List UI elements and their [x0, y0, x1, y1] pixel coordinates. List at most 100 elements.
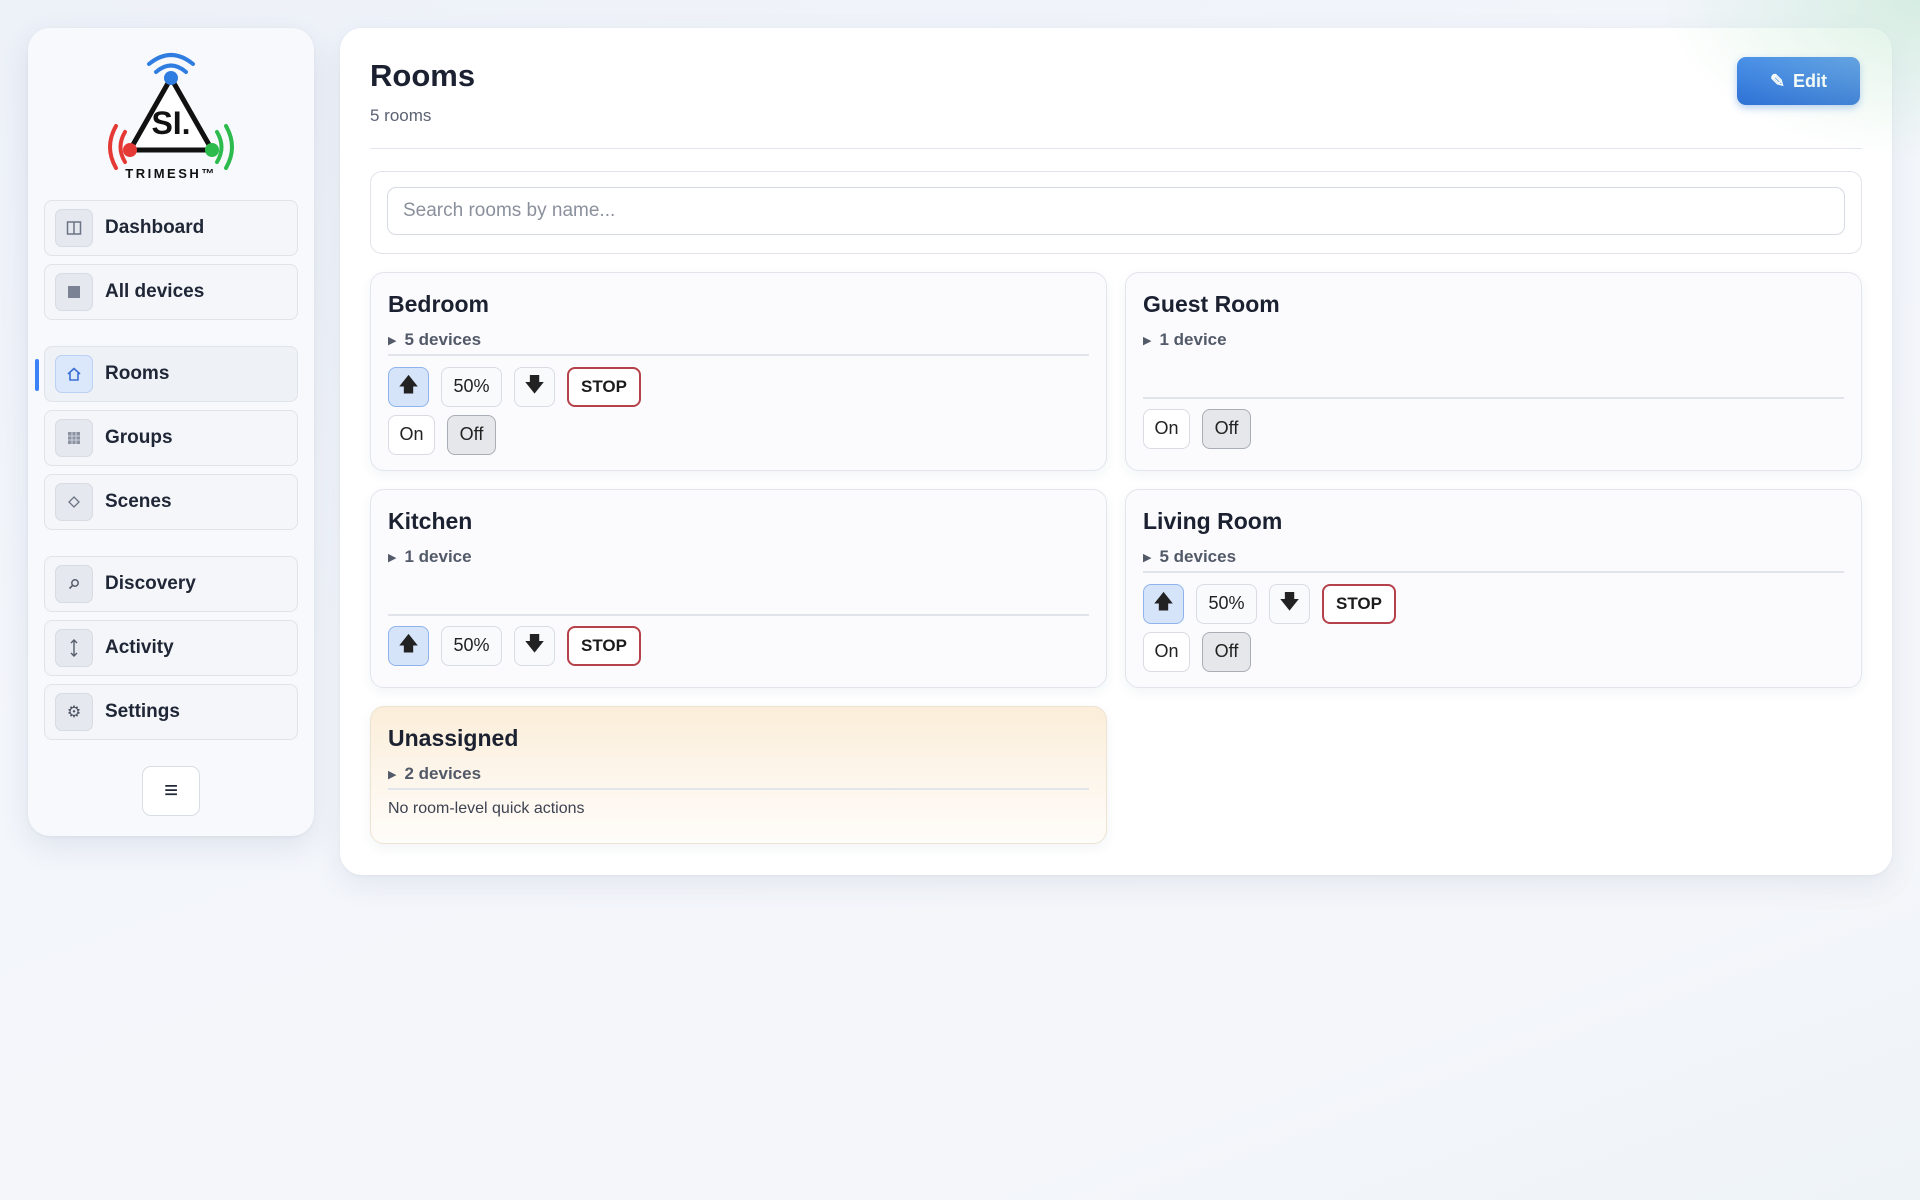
device-count: 5 devices: [404, 330, 482, 350]
nav-item-settings[interactable]: ⚙ Settings: [44, 684, 298, 740]
cover-position-button[interactable]: 50%: [1196, 583, 1257, 624]
off-button[interactable]: Off: [447, 414, 496, 455]
diamond-icon: [55, 483, 93, 521]
device-toggle[interactable]: ▶ 5 devices: [1143, 547, 1844, 567]
device-toggle[interactable]: ▶ 5 devices: [388, 330, 1089, 350]
caret-right-icon: ▶: [388, 768, 397, 781]
off-button[interactable]: Off: [1202, 408, 1251, 449]
card-divider: [388, 788, 1089, 790]
columns-icon: [55, 209, 93, 247]
main-panel: Rooms 5 rooms ✎ Edit Bedroom ▶ 5 devices…: [340, 28, 1892, 875]
card-spacer: [388, 567, 1089, 610]
header-divider: [370, 147, 1862, 150]
cover-down-button[interactable]: 🡇: [1269, 583, 1310, 624]
room-card-bedroom: Bedroom ▶ 5 devices 🡅 50% 🡇 STOP On Off: [370, 272, 1107, 472]
nav-group-secondary: Rooms Groups Scenes: [35, 346, 298, 530]
card-divider: [1143, 571, 1844, 573]
cover-position-button[interactable]: 50%: [441, 625, 502, 666]
arrow-down-icon: 🡇: [1279, 590, 1300, 613]
on-button[interactable]: On: [1143, 631, 1190, 672]
nav-label: Discovery: [105, 573, 196, 594]
grid-icon: [55, 419, 93, 457]
no-actions-note: No room-level quick actions: [388, 799, 585, 817]
card-divider: [1143, 397, 1844, 399]
cover-controls: 🡅 50% 🡇 STOP: [1143, 583, 1844, 624]
edit-label: Edit: [1793, 70, 1828, 91]
light-controls: On Off: [388, 414, 1089, 455]
room-name: Living Room: [1143, 508, 1283, 535]
hamburger-menu-button[interactable]: ≡: [142, 766, 200, 816]
caret-right-icon: ▶: [1143, 334, 1152, 347]
nav-label: Scenes: [105, 491, 172, 512]
square-icon: [55, 273, 93, 311]
arrow-up-icon: 🡅: [1153, 590, 1174, 613]
cover-up-button[interactable]: 🡅: [1143, 583, 1184, 624]
nav-item-all-devices[interactable]: All devices: [44, 264, 298, 320]
card-divider: [388, 354, 1089, 356]
room-name: Guest Room: [1143, 291, 1280, 318]
caret-right-icon: ▶: [388, 551, 397, 564]
nav-label: Activity: [105, 637, 174, 658]
arrow-up-icon: 🡅: [398, 632, 419, 655]
caret-right-icon: ▶: [1143, 551, 1152, 564]
search-input[interactable]: [387, 187, 1845, 236]
nav-item-groups[interactable]: Groups: [44, 410, 298, 466]
nav-item-activity[interactable]: Activity: [44, 620, 298, 676]
search-panel: [370, 171, 1862, 255]
room-card-living-room: Living Room ▶ 5 devices 🡅 50% 🡇 STOP On …: [1125, 489, 1862, 689]
cover-stop-button[interactable]: STOP: [567, 625, 641, 666]
arrow-down-icon: 🡇: [524, 632, 545, 655]
cover-up-button[interactable]: 🡅: [388, 366, 429, 407]
cover-down-button[interactable]: 🡇: [514, 366, 555, 407]
nav-label: All devices: [105, 281, 205, 302]
arrow-up-icon: 🡅: [398, 373, 419, 396]
page-title: Rooms: [370, 58, 476, 93]
caret-right-icon: ▶: [388, 334, 397, 347]
arrow-down-icon: 🡇: [524, 373, 545, 396]
nav-item-rooms[interactable]: Rooms: [35, 346, 298, 402]
device-toggle[interactable]: ▶ 2 devices: [388, 764, 1089, 784]
home-icon: [55, 355, 93, 393]
on-button[interactable]: On: [1143, 408, 1190, 449]
svg-text:SI.: SI.: [151, 105, 190, 141]
rooms-grid: Bedroom ▶ 5 devices 🡅 50% 🡇 STOP On Off …: [370, 272, 1862, 845]
updown-arrow-icon: [55, 629, 93, 667]
cover-stop-button[interactable]: STOP: [1322, 583, 1396, 624]
room-card-guest-room: Guest Room ▶ 1 device On Off: [1125, 272, 1862, 472]
nav-label: Dashboard: [105, 217, 205, 238]
edit-button[interactable]: ✎ Edit: [1737, 57, 1860, 105]
room-name: Bedroom: [388, 291, 489, 318]
sidebar: SI. TRIMESH™ Dashboard All devices Rooms: [28, 28, 314, 836]
nav-item-dashboard[interactable]: Dashboard: [44, 200, 298, 256]
device-count: 5 devices: [1159, 547, 1237, 567]
nav-item-discovery[interactable]: Discovery: [44, 556, 298, 612]
light-controls: On Off: [1143, 631, 1844, 672]
nav-item-scenes[interactable]: Scenes: [44, 474, 298, 530]
cover-up-button[interactable]: 🡅: [388, 625, 429, 666]
card-spacer: [1143, 350, 1844, 393]
room-card-kitchen: Kitchen ▶ 1 device 🡅 50% 🡇 STOP: [370, 489, 1107, 689]
cover-down-button[interactable]: 🡇: [514, 625, 555, 666]
room-name: Kitchen: [388, 508, 473, 535]
svg-text:TRIMESH™: TRIMESH™: [125, 166, 217, 181]
on-button[interactable]: On: [388, 414, 435, 455]
cover-position-button[interactable]: 50%: [441, 366, 502, 407]
room-count: 5 rooms: [370, 105, 432, 125]
device-count: 1 device: [404, 547, 472, 567]
nav-group-tertiary: Discovery Activity ⚙ Settings: [44, 556, 298, 740]
hamburger-icon: ≡: [163, 777, 178, 804]
nav-label: Groups: [105, 427, 173, 448]
trimesh-logo[interactable]: SI. TRIMESH™: [96, 46, 246, 186]
nav-group-primary: Dashboard All devices: [44, 200, 298, 320]
cover-stop-button[interactable]: STOP: [567, 366, 641, 407]
device-toggle[interactable]: ▶ 1 device: [1143, 330, 1844, 350]
room-name: Unassigned: [388, 725, 519, 752]
search-icon: [55, 565, 93, 603]
off-button[interactable]: Off: [1202, 631, 1251, 672]
pencil-icon: ✎: [1769, 70, 1786, 91]
cover-controls: 🡅 50% 🡇 STOP: [388, 625, 1089, 666]
light-controls: On Off: [1143, 408, 1844, 449]
cover-controls: 🡅 50% 🡇 STOP: [388, 366, 1089, 407]
device-toggle[interactable]: ▶ 1 device: [388, 547, 1089, 567]
nav-label: Rooms: [105, 363, 170, 384]
